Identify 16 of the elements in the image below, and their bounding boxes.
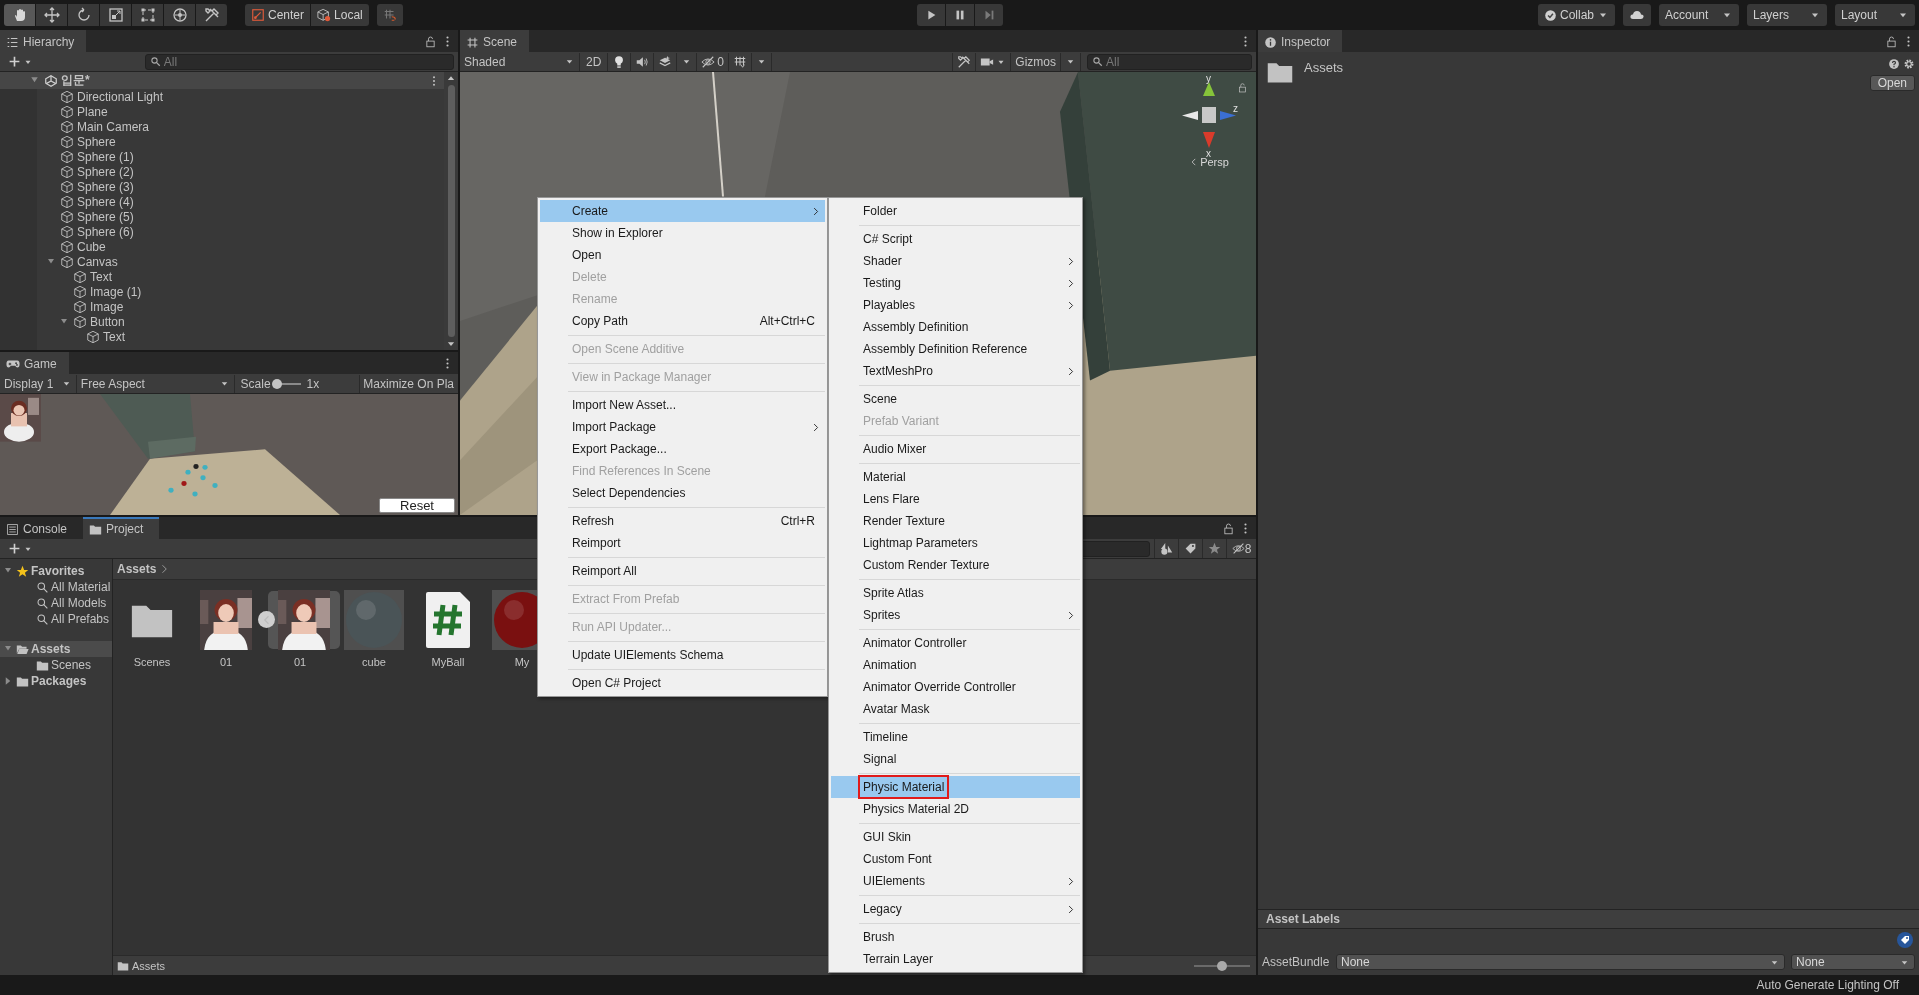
shortcut-text: Alt+Ctrl+C [759,314,816,328]
path-text: Assets [132,959,165,972]
field-label: AssetBundle [1262,955,1330,969]
asset-label: MyBall [431,656,465,668]
section-title: Asset Labels [1266,912,1341,926]
scale-value: 1x [306,376,320,391]
asset-label: cube [362,656,386,668]
shortcut-text: Ctrl+R [780,514,816,528]
asset-title: Assets [1304,60,1343,75]
status-text: Auto Generate Lighting Off [1756,978,1899,992]
asset-label: 01 [219,656,233,668]
asset-label: 01 [293,656,307,668]
asset-label: Scenes [133,656,171,668]
asset-label: My [514,656,530,668]
scale-label: Scale [240,376,271,391]
scene-name: 입문* [61,72,90,89]
